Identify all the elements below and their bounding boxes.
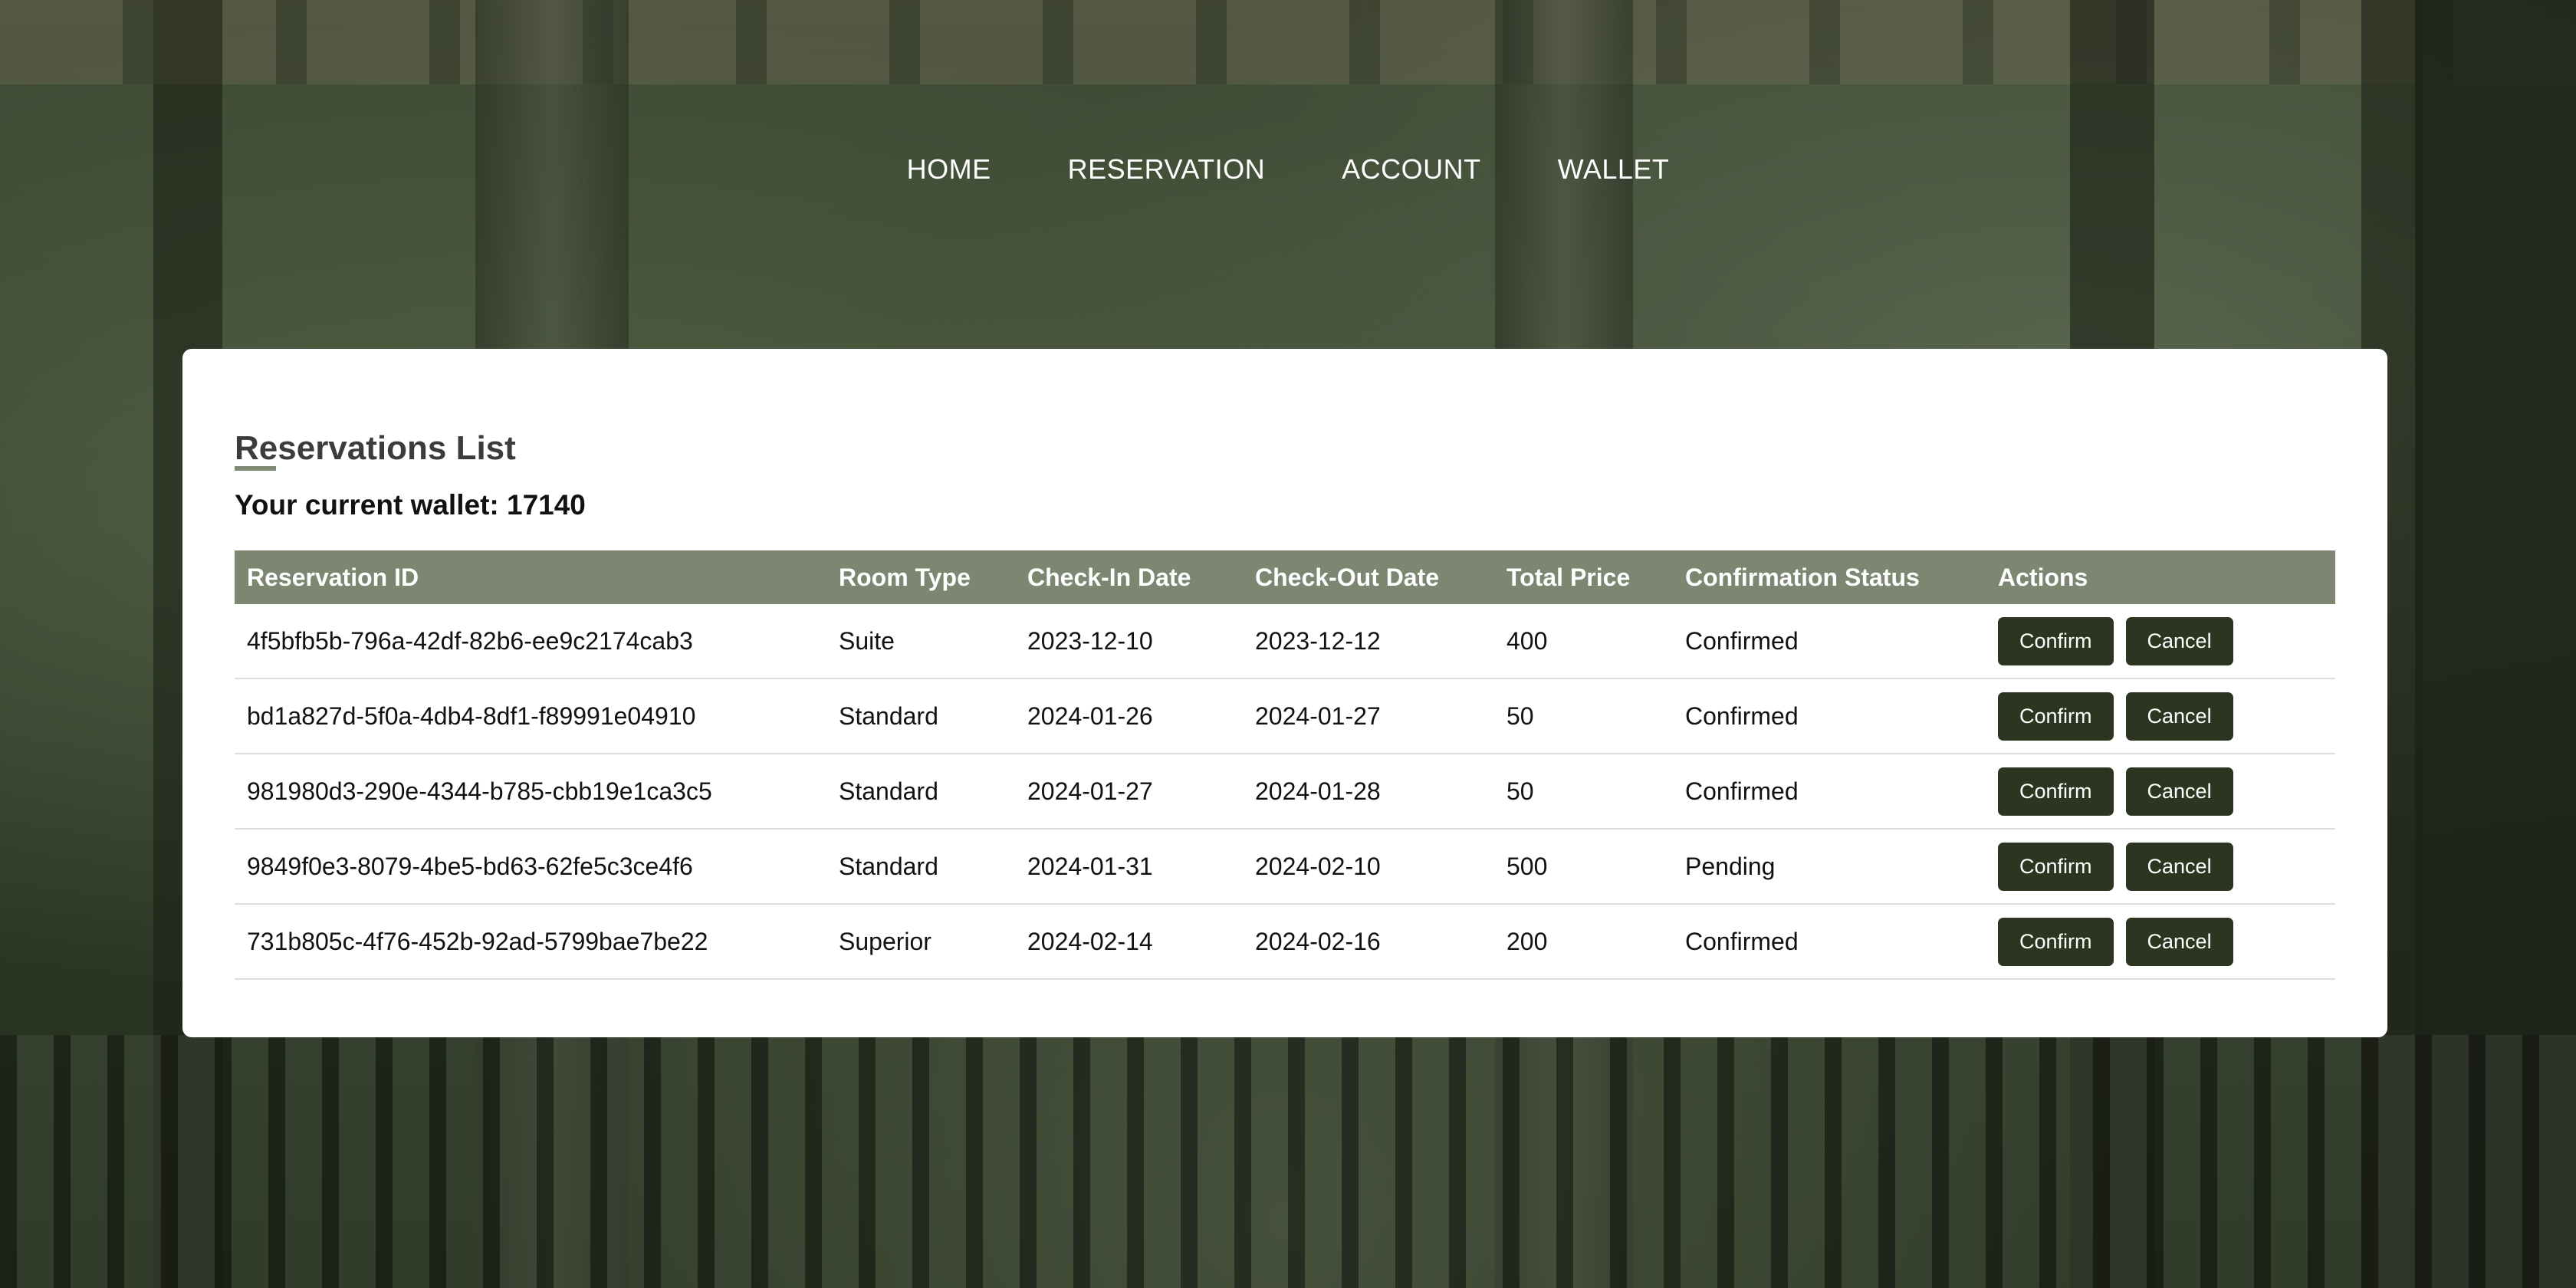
- table-row: 731b805c-4f76-452b-92ad-5799bae7be22 Sup…: [235, 904, 2335, 980]
- nav-wallet-link[interactable]: WALLET: [1558, 153, 1670, 186]
- header-check-in: Check-In Date: [1027, 563, 1191, 591]
- page-background: HOME RESERVATION ACCOUNT WALLET Reservat…: [0, 0, 2576, 1288]
- cell-status: Confirmed: [1673, 904, 1986, 980]
- cell-check-in: 2024-02-14: [1015, 904, 1243, 980]
- cell-reservation-id: 981980d3-290e-4344-b785-cbb19e1ca3c5: [235, 754, 826, 830]
- reservations-card: Reservations List Your current wallet: 1…: [182, 349, 2387, 1037]
- cell-room-type: Standard: [826, 754, 1015, 830]
- cell-reservation-id: 731b805c-4f76-452b-92ad-5799bae7be22: [235, 904, 826, 980]
- cell-total-price: 200: [1494, 904, 1673, 980]
- cell-room-type: Superior: [826, 904, 1015, 980]
- table-header-row: Reservation ID Room Type Check-In Date C…: [235, 550, 2335, 604]
- cell-reservation-id: 9849f0e3-8079-4be5-bd63-62fe5c3ce4f6: [235, 829, 826, 905]
- cell-reservation-id: 4f5bfb5b-796a-42df-82b6-ee9c2174cab3: [235, 604, 826, 679]
- confirm-button[interactable]: Confirm: [1998, 842, 2114, 891]
- cancel-button[interactable]: Cancel: [2125, 692, 2233, 741]
- main-nav: HOME RESERVATION ACCOUNT WALLET: [0, 153, 2576, 186]
- table-header: Reservation ID Room Type Check-In Date C…: [235, 550, 2335, 604]
- cancel-button[interactable]: Cancel: [2125, 842, 2233, 891]
- cell-check-in: 2023-12-10: [1015, 604, 1243, 679]
- cell-room-type: Suite: [826, 604, 1015, 679]
- cancel-button[interactable]: Cancel: [2125, 767, 2233, 816]
- background-roof: [0, 0, 2576, 84]
- page-title: Reservations List: [235, 429, 516, 471]
- cell-status: Confirmed: [1673, 754, 1986, 830]
- nav-home-link[interactable]: HOME: [907, 153, 991, 186]
- cell-check-out: 2024-01-27: [1243, 678, 1494, 754]
- table-row: 981980d3-290e-4344-b785-cbb19e1ca3c5 Sta…: [235, 754, 2335, 830]
- reservations-table: Reservation ID Room Type Check-In Date C…: [235, 550, 2335, 980]
- cell-total-price: 500: [1494, 829, 1673, 905]
- nav-account-link[interactable]: ACCOUNT: [1342, 153, 1481, 186]
- cell-status: Pending: [1673, 829, 1986, 905]
- cell-check-in: 2024-01-26: [1015, 678, 1243, 754]
- cell-room-type: Standard: [826, 678, 1015, 754]
- table-row: 9849f0e3-8079-4be5-bd63-62fe5c3ce4f6 Sta…: [235, 829, 2335, 905]
- cell-actions: Confirm Cancel: [1986, 604, 2335, 679]
- cell-check-out: 2023-12-12: [1243, 604, 1494, 679]
- header-reservation-id: Reservation ID: [247, 563, 419, 591]
- cell-actions: Confirm Cancel: [1986, 678, 2335, 754]
- wallet-balance: Your current wallet: 17140: [235, 489, 586, 521]
- confirm-button[interactable]: Confirm: [1998, 767, 2114, 816]
- header-check-out: Check-Out Date: [1255, 563, 1440, 591]
- cancel-button[interactable]: Cancel: [2125, 616, 2233, 665]
- header-confirmation-status: Confirmation Status: [1685, 563, 1920, 591]
- title-underline: [235, 466, 276, 471]
- table-row: bd1a827d-5f0a-4db4-8df1-f89991e04910 Sta…: [235, 678, 2335, 754]
- cell-total-price: 50: [1494, 754, 1673, 830]
- confirm-button[interactable]: Confirm: [1998, 692, 2114, 741]
- cell-total-price: 400: [1494, 604, 1673, 679]
- cell-check-out: 2024-02-10: [1243, 829, 1494, 905]
- header-room-type: Room Type: [839, 563, 971, 591]
- table-row: 4f5bfb5b-796a-42df-82b6-ee9c2174cab3 Sui…: [235, 604, 2335, 679]
- cell-status: Confirmed: [1673, 604, 1986, 679]
- cancel-button[interactable]: Cancel: [2125, 917, 2233, 966]
- page-title-text: Reservations List: [235, 429, 516, 467]
- header-actions: Actions: [1998, 563, 2088, 591]
- cell-check-in: 2024-01-31: [1015, 829, 1243, 905]
- cell-status: Confirmed: [1673, 678, 1986, 754]
- cell-check-out: 2024-02-16: [1243, 904, 1494, 980]
- cell-check-in: 2024-01-27: [1015, 754, 1243, 830]
- cell-actions: Confirm Cancel: [1986, 904, 2335, 980]
- confirm-button[interactable]: Confirm: [1998, 917, 2114, 966]
- cell-actions: Confirm Cancel: [1986, 829, 2335, 905]
- cell-reservation-id: bd1a827d-5f0a-4db4-8df1-f89991e04910: [235, 678, 826, 754]
- header-total-price: Total Price: [1506, 563, 1631, 591]
- cell-total-price: 50: [1494, 678, 1673, 754]
- confirm-button[interactable]: Confirm: [1998, 616, 2114, 665]
- background-floor: [0, 1035, 2576, 1288]
- nav-reservation-link[interactable]: RESERVATION: [1068, 153, 1266, 186]
- cell-actions: Confirm Cancel: [1986, 754, 2335, 830]
- cell-check-out: 2024-01-28: [1243, 754, 1494, 830]
- cell-room-type: Standard: [826, 829, 1015, 905]
